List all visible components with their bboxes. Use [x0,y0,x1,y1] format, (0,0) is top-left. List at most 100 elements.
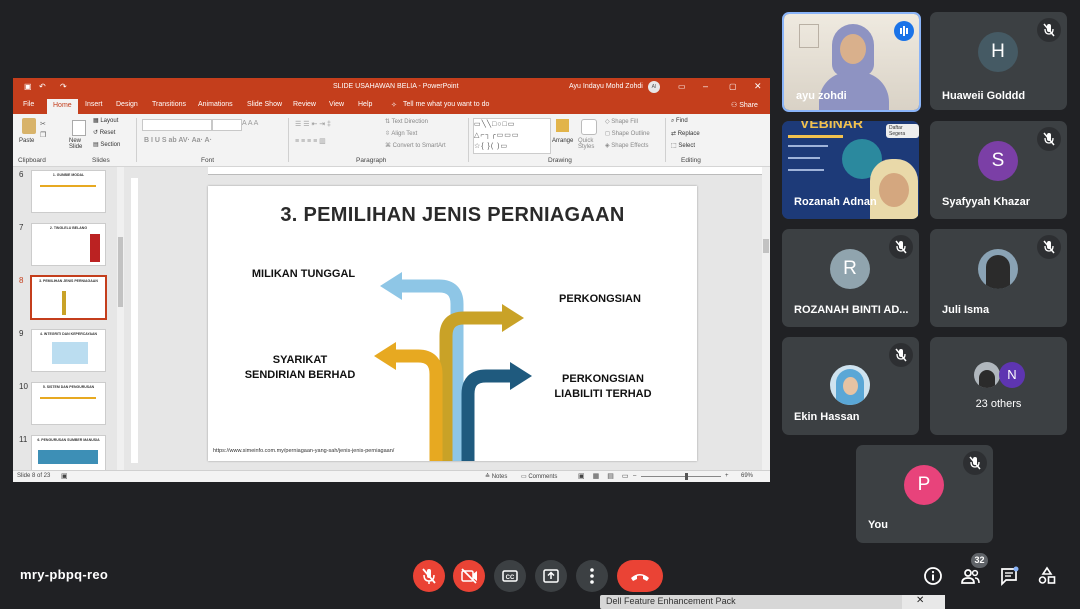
shapes-gallery[interactable]: ▭╲╲□○□▭ △⌐┐╭▭▭▭ ☆{ }( )▭ [473,118,551,154]
reset-button[interactable]: ↺ Reset [93,129,115,136]
tell-me-search[interactable]: Tell me what you want to do [403,101,489,108]
current-slide[interactable]: 3. PEMILIHAN JENIS PERNIAGAAN MILIKAN TU… [208,186,697,461]
mic-off-icon [1037,235,1061,259]
chat-button[interactable] [997,564,1021,588]
arrange-label[interactable]: Arrange [552,138,573,144]
present-button[interactable] [535,560,567,592]
ppt-user-avatar[interactable]: AI [648,81,660,93]
zoom-thumb[interactable] [685,473,688,480]
tab-help[interactable]: Help [358,101,372,108]
comments-button[interactable]: ▭ Comments [521,473,557,480]
paste-label[interactable]: Paste [19,138,34,144]
thumbnail-title: 3. PEMILIHAN JENIS PERNIAGAAN [39,279,98,283]
thumbnail-scrollbar[interactable] [117,167,124,470]
tab-slide-show[interactable]: Slide Show [247,101,282,108]
align-icon[interactable]: ≡ ≡ ≡ ≡ ▥ [295,137,326,145]
spellcheck-icon[interactable]: ▣ [61,472,68,480]
redo-icon[interactable]: ↷ [60,82,67,91]
section-button[interactable]: ▤ Section [93,141,120,148]
tab-review[interactable]: Review [293,101,316,108]
text-direction-button[interactable]: ⇅ Text Direction [385,118,428,125]
thumbnail-graphic [90,234,100,262]
maximize-icon[interactable]: ▢ [729,82,737,91]
font-name-box[interactable] [142,119,212,131]
meeting-details-button[interactable] [921,564,945,588]
slide-thumbnail[interactable]: 6. PENGURUSAN SUMBER MANUSIA [31,435,106,472]
new-slide-icon[interactable] [72,120,86,136]
paste-icon[interactable] [22,118,36,134]
participant-face [840,34,866,64]
quick-styles-icon[interactable] [581,119,597,135]
scrollbar-thumb[interactable] [763,239,769,253]
slide-thumbnail-selected[interactable]: 3. PEMILIHAN JENIS PERNIAGAAN [30,275,107,320]
scrollbar-thumb[interactable] [118,237,123,307]
replace-button[interactable]: ⇄ Replace [671,130,700,137]
save-icon[interactable]: ▣ [24,82,32,91]
undo-icon[interactable]: ↶ [39,82,46,91]
copy-icon[interactable]: ❐ [40,131,46,139]
find-button[interactable]: ⌕ Find [671,118,688,125]
tab-view[interactable]: View [329,101,344,108]
photo-figure [986,255,1010,289]
close-icon[interactable]: ✕ [916,595,924,606]
mic-off-icon [889,235,913,259]
activities-button[interactable] [1035,564,1059,588]
more-options-button[interactable] [576,560,608,592]
shape-outline-button[interactable]: ◻ Shape Outline [605,130,650,137]
shape-effects-button[interactable]: ◈ Shape Effects [605,142,649,149]
participant-name: Rozanah Adnan [794,196,877,208]
align-text-button[interactable]: ⇳ Align Text [385,130,417,137]
share-button[interactable]: ⚇ Share [731,101,758,109]
participant-tile-rozanah-binti[interactable]: R ROZANAH BINTI AD... [782,229,919,327]
zoom-level[interactable]: 69% [741,473,753,479]
zoom-slider[interactable]: – + [633,473,729,480]
shape-fill-button[interactable]: ◇ Shape Fill [605,118,638,125]
tab-insert[interactable]: Insert [85,101,103,108]
layout-button[interactable]: ▦ Layout [93,117,118,124]
avatar: S [978,141,1018,181]
minimize-icon[interactable]: – [703,81,708,91]
participant-tile-ekin-hassan[interactable]: Ekin Hassan [782,337,919,435]
font-size-icon[interactable]: A A A [242,120,258,127]
view-buttons-icon[interactable]: ▣▦▤▭ [578,472,636,480]
list-icon[interactable]: ☰ ☰ ⇤ ⇥ ‡ [295,120,331,128]
slide-thumbnail[interactable]: 4. INTEGRITI DAN KEPERCAYAAN [31,329,106,372]
font-size-box[interactable] [212,119,242,131]
select-button[interactable]: ⬚ Select [671,142,695,149]
slide-thumbnail[interactable]: 5. SISTEM DAN PENGURUSAN [31,382,106,425]
arrow-navy [461,369,514,461]
avatar: P [904,465,944,505]
mic-toggle-button[interactable] [413,560,445,592]
tab-home[interactable]: Home [47,99,78,114]
participant-tile-juli-isma[interactable]: Juli Isma [930,229,1067,327]
new-slide-label[interactable]: New Slide [69,138,91,150]
canvas-scrollbar[interactable] [762,167,770,470]
captions-button[interactable]: CC [494,560,526,592]
group-slides-label: Slides [92,157,110,164]
camera-toggle-button[interactable] [453,560,485,592]
slide-thumbnail[interactable]: 1. GUNBIE MODAL [31,170,106,213]
cut-icon[interactable]: ✂ [40,120,46,128]
participant-tile-rozanah-adnan[interactable]: VEBINAR Daftar Segera Rozanah Adnan [782,121,919,219]
participant-tile-ayu-zohdi[interactable]: ayu zohdi [782,12,921,112]
notes-button[interactable]: ≙ Notes [485,473,507,480]
participant-tile-you[interactable]: P You [856,445,993,543]
ribbon-separator [136,118,137,162]
tab-design[interactable]: Design [116,101,138,108]
tab-file[interactable]: File [23,101,34,108]
participant-tile-syafyyah[interactable]: S Syafyyah Khazar [930,121,1067,219]
tab-transitions[interactable]: Transitions [152,101,186,108]
participant-tile-huaweii[interactable]: H Huaweii Golddd [930,12,1067,110]
close-icon[interactable]: ✕ [754,81,762,92]
arrange-icon[interactable] [556,119,569,132]
leave-call-button[interactable] [617,560,663,592]
quick-styles-label[interactable]: Quick Styles [578,138,602,150]
select-label: Select [678,143,696,149]
participant-tile-others[interactable]: N 23 others [930,337,1067,435]
convert-smartart-button[interactable]: ⌘ Convert to SmartArt [385,142,446,149]
tab-animations[interactable]: Animations [198,101,233,108]
slide-thumbnail[interactable]: 2. TINGLELU BELANG [31,223,106,266]
meeting-code[interactable]: mry-pbpq-reo [20,567,108,582]
font-format-icon[interactable]: B I U S ab AV· Aa· A· [144,137,212,144]
ribbon-display-icon[interactable]: ▭ [678,82,686,91]
